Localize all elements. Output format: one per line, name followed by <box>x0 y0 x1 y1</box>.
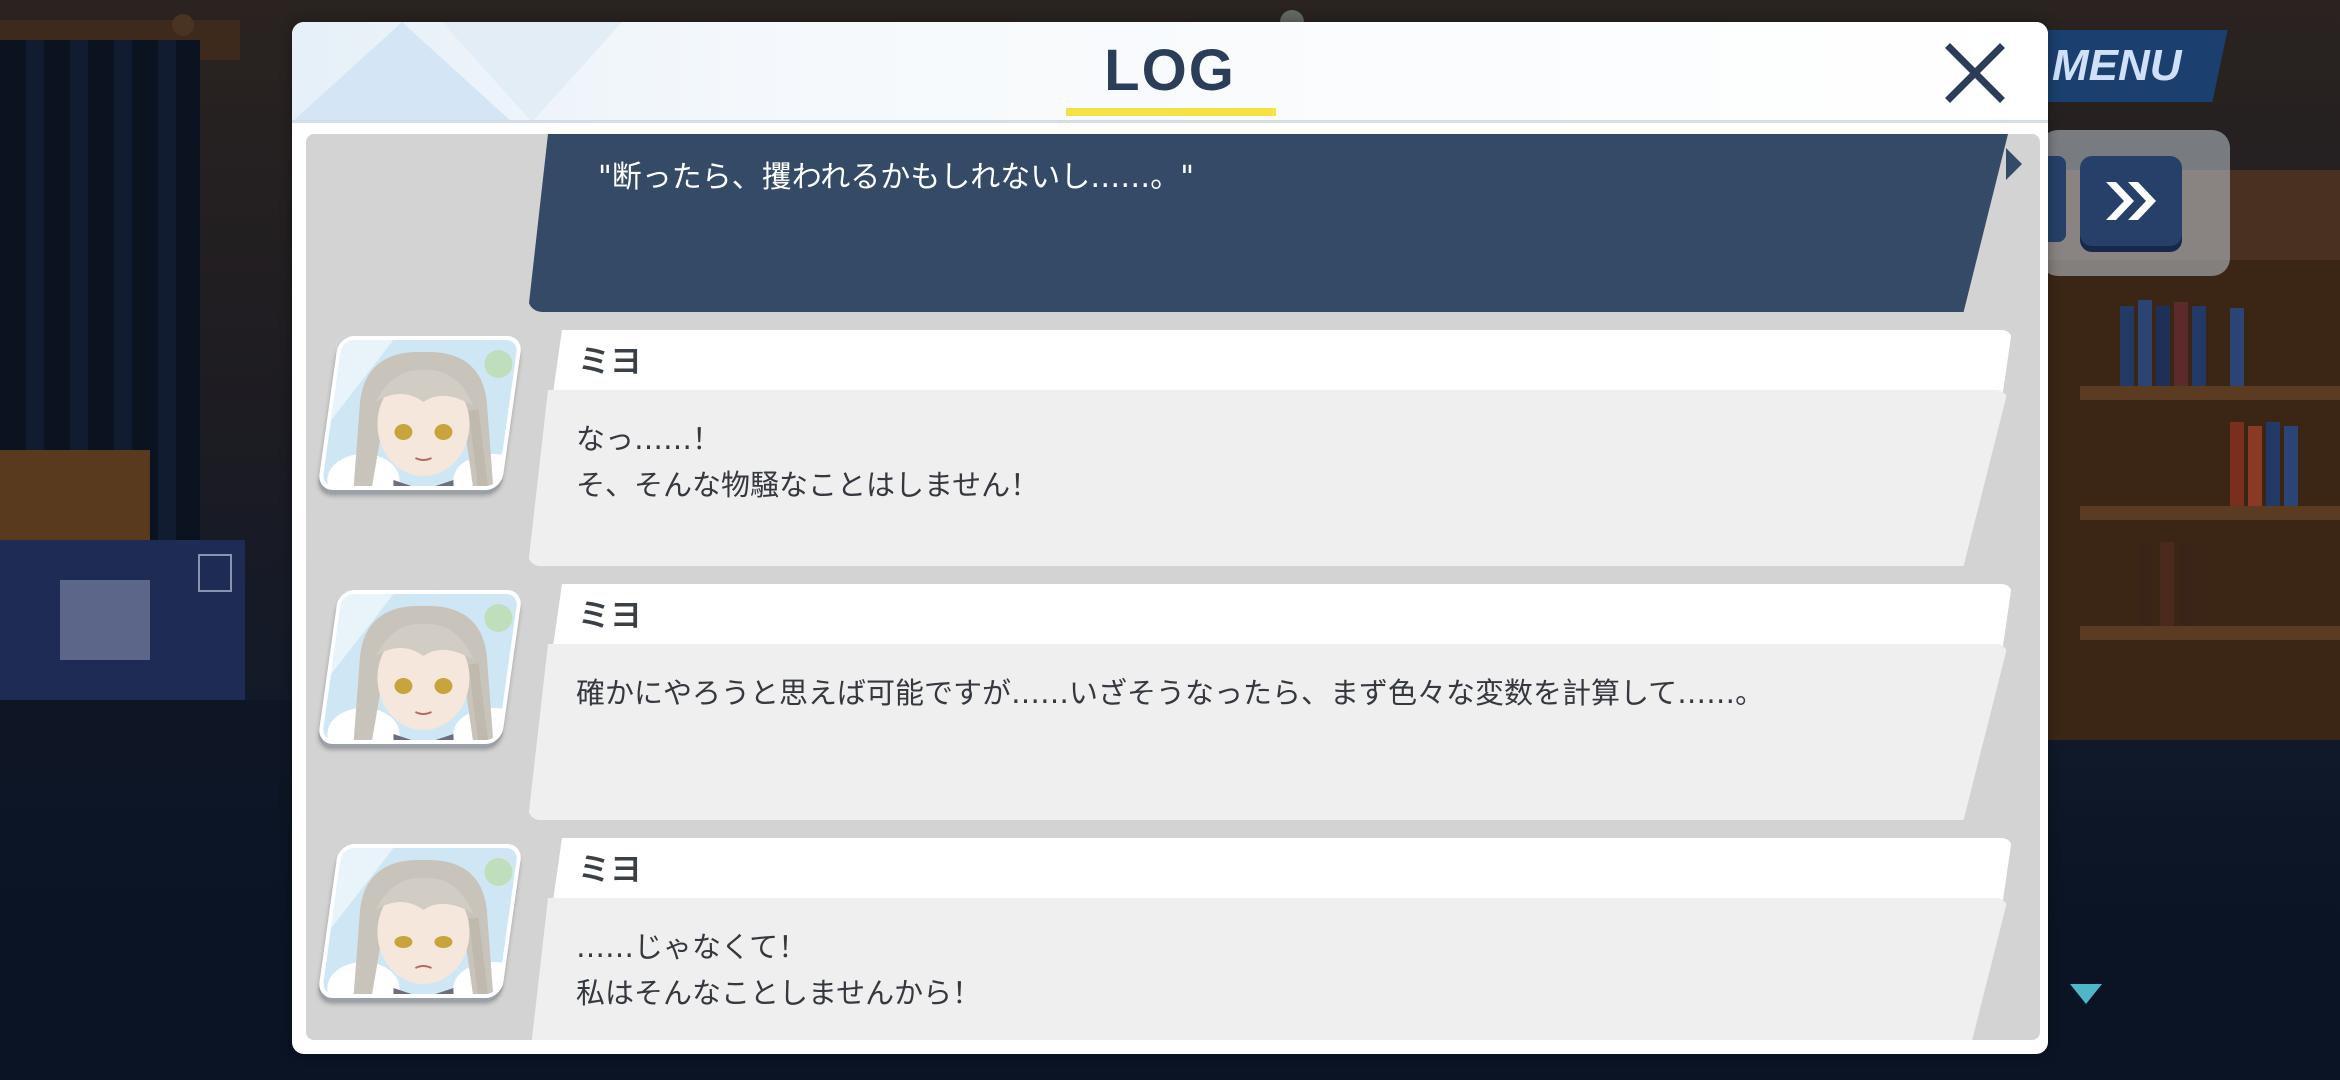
dialogue-text: なっ……！ そ、そんな物騒なことはしません！ <box>576 416 1980 508</box>
dialogue-line: そ、そんな物騒なことはしません！ <box>576 468 1040 502</box>
speaker-name: ミヨ <box>578 342 643 380</box>
dialogue-line: なっ……！ <box>576 422 722 456</box>
character-portrait <box>323 594 523 744</box>
log-entry: ミヨ ……じゃなくて！ 私はそんなことしませんから！ <box>306 838 2040 1040</box>
blue-box <box>0 540 245 710</box>
log-entry: ミヨ なっ……！ そ、そんな物騒なことはしません！ <box>306 330 2040 570</box>
log-list[interactable]: "断ったら、攫われるかもしれないし……。" ミヨ なっ……！ そ、そんな物騒なこ… <box>306 134 2040 1040</box>
close-button[interactable] <box>1938 36 2012 110</box>
header-divider <box>292 120 2048 123</box>
speaker-tab <box>552 584 2012 654</box>
log-window: LOG "断ったら、攫われるかもしれないし……。" ミヨ なっ……！ そ、そんな… <box>292 22 2048 1054</box>
dialogue-text: 確かにやろうと思えば可能ですが……いざそうなったら、まず色々な変数を計算して……… <box>576 670 1980 716</box>
bookshelf <box>2040 260 2340 740</box>
curtain-finial <box>172 14 194 36</box>
speaker-tab <box>552 838 2012 908</box>
skip-button[interactable] <box>2080 156 2182 246</box>
box-label <box>60 580 150 660</box>
log-entry: ミヨ 確かにやろうと思えば可能ですが……いざそうなったら、まず色々な変数を計算し… <box>306 584 2040 824</box>
dialogue-line: 私はそんなことしませんから！ <box>576 976 982 1010</box>
narration-entry: "断ったら、攫われるかもしれないし……。" <box>528 134 2022 312</box>
header-decoration <box>442 22 622 122</box>
avatar[interactable] <box>317 336 523 490</box>
character-portrait <box>323 340 523 490</box>
narration-text: "断ったら、攫われるかもしれないし……。" <box>598 160 1195 195</box>
speaker-tab <box>552 330 2012 400</box>
fragile-glass-icon <box>198 554 232 592</box>
close-icon <box>1945 43 2005 103</box>
menu-label[interactable]: MENU <box>2052 36 2202 96</box>
fast-forward-icon <box>2106 182 2156 220</box>
shelf-row <box>2080 290 2340 400</box>
log-title: LOG <box>1104 38 1236 103</box>
avatar[interactable] <box>317 844 523 998</box>
speaker-name: ミヨ <box>578 596 643 634</box>
title-underline <box>1066 108 1276 116</box>
character-portrait <box>323 848 523 998</box>
speaker-name: ミヨ <box>578 850 643 888</box>
dialogue-line: ……じゃなくて！ <box>576 930 808 964</box>
shelf-row <box>2080 530 2340 640</box>
dialogue-line: 確かにやろうと思えば可能ですが……いざそうなったら、まず色々な変数を計算して……… <box>576 676 1765 710</box>
narration-pointer <box>2006 148 2022 180</box>
dialogue-text: ……じゃなくて！ 私はそんなことしませんから！ <box>576 924 1980 1016</box>
triangle-down-icon[interactable] <box>2068 982 2104 1006</box>
shelf-row <box>2080 410 2340 520</box>
avatar[interactable] <box>317 590 523 744</box>
cardboard-box <box>0 450 150 540</box>
